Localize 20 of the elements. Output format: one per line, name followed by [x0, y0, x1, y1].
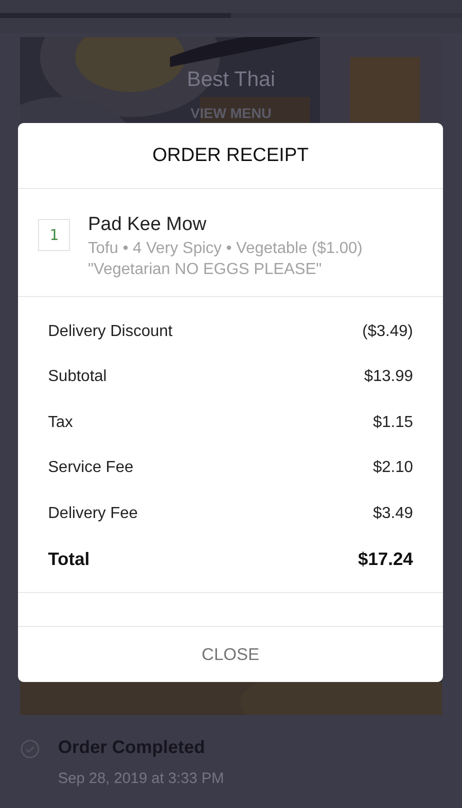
line-amount: $3.49	[372, 504, 413, 523]
item-name: Pad Kee Mow	[88, 214, 206, 236]
quantity-box: 1	[38, 219, 70, 251]
line-label: Subtotal	[48, 368, 107, 386]
line-label: Delivery Fee	[48, 504, 138, 523]
total-amount: $17.24	[358, 548, 413, 570]
status-date: Sep 28, 2019 at 3:33 PM	[58, 770, 224, 787]
close-button[interactable]: CLOSE	[192, 638, 270, 670]
line-label: Service Fee	[48, 459, 134, 478]
dialog-title: ORDER RECEIPT	[152, 144, 309, 166]
line-label: Tax	[48, 414, 73, 432]
item-note: "Vegetarian NO EGGS PLEASE"	[88, 260, 322, 280]
restaurant-name: Best Thai	[186, 68, 276, 92]
item-options: Tofu • 4 Very Spicy • Vegetable ($1.00)	[88, 238, 362, 259]
total-label: Total	[48, 548, 90, 570]
line-label: Delivery Discount	[48, 322, 172, 341]
line-amount: $13.99	[364, 368, 413, 386]
line-amount: ($3.49)	[362, 322, 413, 341]
line-amount: $2.10	[372, 459, 413, 478]
line-amount: $1.15	[372, 414, 413, 432]
